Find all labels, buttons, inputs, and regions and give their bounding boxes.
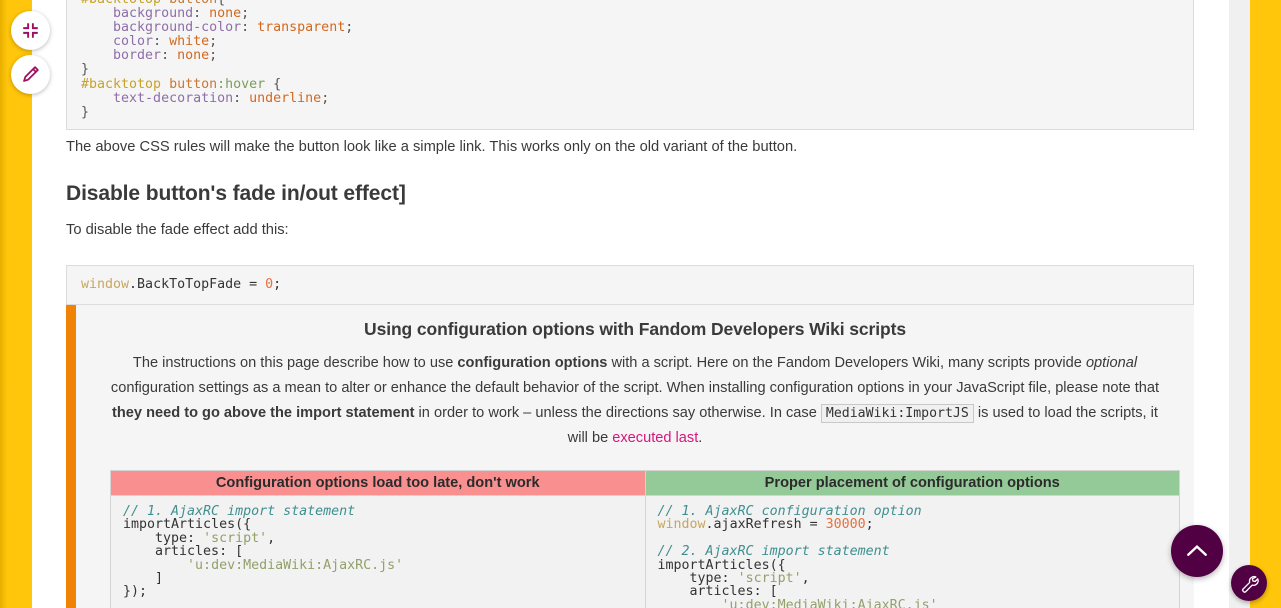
code-token: } — [81, 105, 89, 120]
code-token — [161, 77, 169, 92]
table-row: // 1. AjaxRC import statement importArti… — [111, 496, 1180, 608]
edit-page-button[interactable] — [11, 55, 50, 94]
notice-italic: optional — [1086, 355, 1137, 371]
code-token: text-decoration — [113, 91, 233, 106]
code-token: 'u:dev:MediaWiki:AjaxRC.js' — [187, 558, 403, 573]
code-token — [658, 598, 722, 608]
code-token: }); — [123, 584, 147, 599]
notice-text: The instructions on this page describe h… — [133, 355, 458, 371]
code-token: : — [161, 48, 177, 63]
column-header-good: Proper placement of configuration option… — [645, 471, 1180, 496]
table-header-row: Configuration options load too late, don… — [111, 471, 1180, 496]
code-token: : — [153, 34, 169, 49]
code-token: { — [265, 77, 281, 92]
collapse-rail-button[interactable] — [11, 11, 50, 50]
code-token: background — [113, 6, 193, 21]
js-code-block[interactable]: window.BackToTopFade = 0; — [66, 265, 1194, 305]
code-token: 0 — [265, 278, 273, 292]
paragraph-above-css: The above CSS rules will make the button… — [66, 137, 1166, 157]
code-token: ; — [241, 6, 249, 21]
code-token: ; — [866, 517, 874, 532]
code-token: none — [177, 48, 209, 63]
code-token: : — [193, 6, 209, 21]
code-token: button — [169, 77, 217, 92]
code-good-example[interactable]: // 1. AjaxRC configuration option window… — [658, 505, 1168, 608]
code-token: white — [169, 34, 209, 49]
code-token: 'u:dev:MediaWiki:AjaxRC.js' — [722, 598, 938, 608]
notice-content: Using configuration options with Fandom … — [76, 305, 1194, 451]
code-token: transparent — [257, 20, 345, 35]
tools-button[interactable] — [1231, 565, 1267, 601]
wrench-icon — [1239, 573, 1260, 594]
code-token: .ajaxRefresh = — [706, 517, 826, 532]
code-token: : — [233, 91, 249, 106]
code-token: ; — [273, 278, 281, 292]
code-token: ; — [209, 48, 217, 63]
code-token — [81, 34, 113, 49]
right-yellow-rail — [1250, 0, 1281, 608]
code-token: 30000 — [826, 517, 866, 532]
cell-good-example: // 1. AjaxRC configuration option window… — [645, 496, 1180, 608]
code-token: :hover — [217, 77, 265, 92]
pencil-edit-icon — [20, 64, 41, 85]
right-gray-rail — [1229, 0, 1250, 608]
code-token — [81, 6, 113, 21]
executed-last-link[interactable]: executed last — [612, 430, 698, 446]
code-token: border — [113, 48, 161, 63]
code-token: , — [267, 531, 275, 546]
css-code-block[interactable]: #backtotop button { background: none; bac… — [66, 0, 1194, 130]
notice-text: . — [698, 430, 702, 446]
notice-text: configuration settings as a mean to alte… — [111, 380, 1159, 396]
code-token: : — [241, 20, 257, 35]
code-token: color — [113, 34, 153, 49]
paragraph-to-disable: To disable the fade effect add this: — [66, 220, 1166, 240]
code-token — [81, 20, 113, 35]
code-token: none — [209, 6, 241, 21]
notice-box: Using configuration options with Fandom … — [66, 305, 1194, 608]
article-body: #backtotop button { background: none; bac… — [66, 0, 1194, 608]
page-root: #backtotop button { background: none; bac… — [0, 0, 1281, 608]
code-token: ; — [345, 20, 353, 35]
code-token: ; — [209, 34, 217, 49]
code-token: ; — [321, 91, 329, 106]
code-token: window — [81, 278, 129, 292]
chevron-up-icon — [1182, 536, 1212, 566]
code-token: background-color — [113, 20, 241, 35]
notice-body-text: The instructions on this page describe h… — [94, 351, 1176, 451]
inline-code-importjs: MediaWiki:ImportJS — [821, 404, 974, 423]
notice-text: in order to work – unless the directions… — [415, 405, 821, 421]
cell-bad-example: // 1. AjaxRC import statement importArti… — [111, 496, 646, 608]
code-token — [81, 91, 113, 106]
code-token: underline — [249, 91, 321, 106]
notice-emphasis: they need to go above the import stateme… — [112, 405, 414, 421]
code-token: , — [802, 571, 810, 586]
code-token: } — [81, 62, 89, 77]
code-bad-example[interactable]: // 1. AjaxRC import statement importArti… — [123, 505, 633, 599]
page-title: Disable button's fade in/out effect] — [66, 182, 406, 206]
column-header-bad: Configuration options load too late, don… — [111, 471, 646, 496]
notice-emphasis: configuration options — [457, 355, 607, 371]
code-token: #backtotop — [81, 77, 161, 92]
comparison-table: Configuration options load too late, don… — [110, 470, 1180, 608]
back-to-top-button[interactable] — [1171, 525, 1223, 577]
code-token — [81, 48, 113, 63]
notice-text: with a script. Here on the Fandom Develo… — [607, 355, 1086, 371]
code-token: .BackToTopFade = — [129, 278, 265, 292]
collapse-arrows-icon — [21, 21, 40, 40]
notice-title: Using configuration options with Fandom … — [94, 319, 1176, 340]
